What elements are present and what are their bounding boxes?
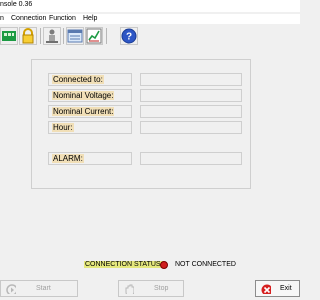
toolbar: ?: [0, 26, 300, 48]
stop-button[interactable]: Stop: [118, 280, 184, 297]
menu-file[interactable]: n: [0, 15, 4, 22]
app-window: nsole 0.36 n Connection Function Help ? …: [0, 0, 300, 300]
title-bar: nsole 0.36: [0, 0, 300, 12]
help-button[interactable]: ?: [120, 27, 138, 45]
connection-status-value: NOT CONNECTED: [175, 261, 236, 268]
lock-icon: [22, 28, 34, 44]
start-button[interactable]: Start: [0, 280, 78, 297]
connected-to-label: Connected to:: [52, 75, 104, 84]
toolbar-separator: [63, 28, 64, 44]
alarm-label-box: ALARM:: [48, 152, 132, 165]
exit-button-label: Exit: [280, 285, 292, 292]
stop-hand-icon: [125, 284, 134, 294]
connected-to-label-box: Connected to:: [48, 73, 132, 86]
menu-function[interactable]: Function: [49, 15, 76, 22]
nominal-voltage-label: Nominal Voltage:: [52, 91, 115, 100]
connection-status-label: CONNECTION STATUS:: [84, 261, 164, 268]
panel-icon: [67, 29, 83, 43]
start-button-label: Start: [36, 285, 51, 292]
svg-text:?: ?: [126, 32, 132, 43]
panel-button[interactable]: [66, 27, 84, 45]
exit-button[interactable]: Exit: [255, 280, 300, 297]
stop-button-label: Stop: [154, 285, 169, 292]
nominal-voltage-label-box: Nominal Voltage:: [48, 89, 132, 102]
alarm-value: [140, 152, 242, 165]
alarm-label: ALARM:: [52, 154, 84, 163]
menu-bar: n Connection Function Help: [0, 14, 300, 24]
nominal-current-label-box: Nominal Current:: [48, 105, 132, 118]
green-network-icon: [2, 31, 16, 41]
hour-label: Hour:: [52, 123, 74, 132]
connected-to-value: [140, 73, 242, 86]
toolbar-separator: [106, 28, 107, 44]
window-title: nsole 0.36: [0, 1, 33, 8]
nominal-current-value: [140, 105, 242, 118]
toolbar-separator: [40, 28, 41, 44]
chart-button[interactable]: [85, 27, 103, 45]
nominal-current-label: Nominal Current:: [52, 107, 115, 116]
hour-value: [140, 121, 242, 134]
lock-button[interactable]: [19, 27, 37, 45]
chart-icon: [86, 28, 102, 44]
person-transfer-icon: [46, 29, 58, 43]
connection-status-indicator: [160, 261, 168, 269]
menu-connection[interactable]: Connection: [11, 15, 46, 22]
nominal-voltage-value: [140, 89, 242, 102]
menu-help[interactable]: Help: [83, 15, 97, 22]
network-button[interactable]: [0, 27, 18, 45]
help-icon: ?: [121, 28, 137, 44]
transfer-button[interactable]: [43, 27, 61, 45]
start-icon: [6, 284, 16, 294]
exit-icon: [261, 284, 271, 294]
hour-label-box: Hour:: [48, 121, 132, 134]
